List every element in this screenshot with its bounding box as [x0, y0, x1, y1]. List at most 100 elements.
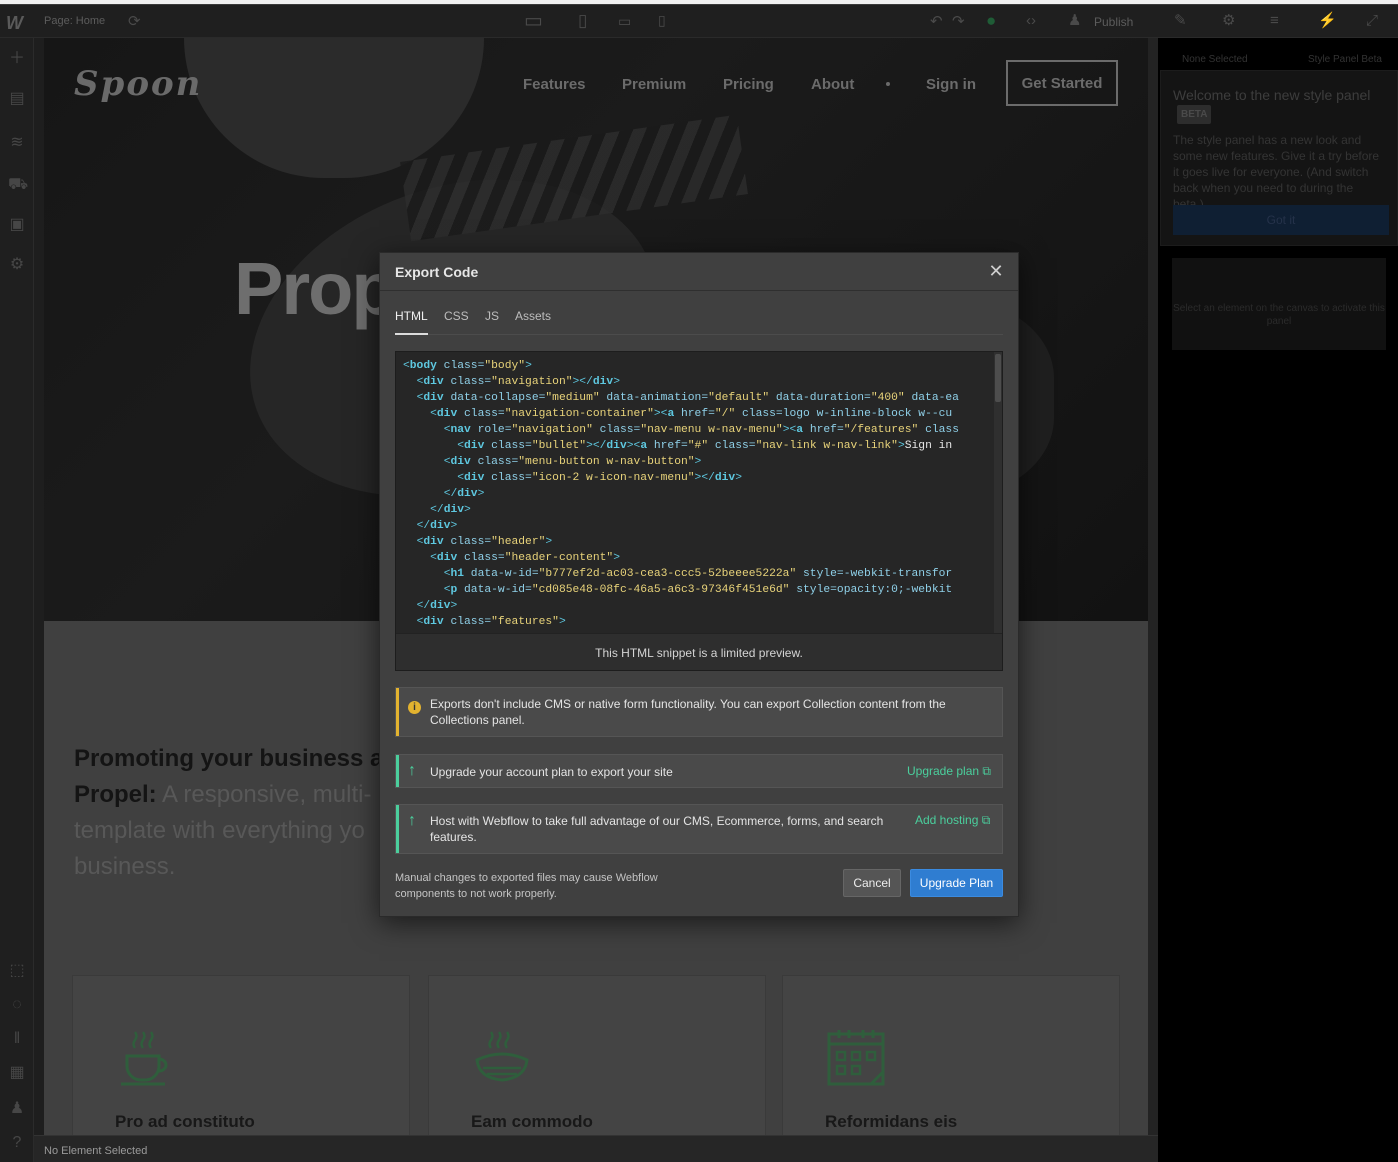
style-panel-beta-toggle[interactable]: Style Panel Beta [1308, 54, 1382, 65]
layout-icon[interactable]: ▦ [8, 1064, 26, 1082]
add-elements-icon[interactable]: ＋ [8, 50, 26, 68]
ecommerce-cart-icon[interactable]: ⛟ [8, 176, 28, 194]
export-tabs: HTML CSS JS Assets [395, 299, 1003, 335]
select-tool-icon[interactable]: ⬚ [8, 962, 26, 980]
calendar-icon [827, 1030, 885, 1086]
status-bar: No Element Selected [34, 1135, 1158, 1162]
help-icon[interactable]: ? [8, 1134, 26, 1152]
style-panel: None Selected Style Panel Beta Welcome t… [1158, 38, 1398, 1162]
code-line: <nav role="navigation" class="nav-menu w… [443, 424, 959, 436]
assets-images-icon[interactable]: ▣ [8, 216, 26, 234]
promo-text[interactable]: Promoting your business a Propel: A resp… [74, 741, 414, 885]
feature-card[interactable]: Reformidans eis [782, 975, 1120, 1135]
brush-icon[interactable]: ✎ [1174, 13, 1187, 28]
dialog-title: Export Code [395, 264, 479, 280]
cms-database-icon[interactable]: ≋ [8, 134, 26, 152]
promo-heading: Promoting your business a [74, 745, 384, 772]
arrow-up-icon: ↑ [408, 762, 416, 779]
arrow-up-icon: ↑ [408, 812, 416, 829]
redo-icon[interactable]: ↷ [952, 14, 965, 29]
code-line: <p data-w-id="cd085e48-08fc-46a5-a6c3-97… [443, 584, 953, 596]
info-icon: i [408, 698, 421, 714]
upgrade-plan-link[interactable]: Upgrade plan ⧉ [907, 764, 991, 779]
page-selector[interactable]: Page: Home [44, 15, 105, 27]
promo-brand: Propel: [74, 781, 157, 808]
saved-check-icon: ● [986, 11, 997, 30]
selection-status: No Element Selected [44, 1145, 148, 1157]
preview-icon[interactable]: ◌ [8, 996, 26, 1014]
mobile-landscape-icon[interactable]: ▭ [618, 14, 631, 28]
feature-card[interactable]: Pro ad constituto [72, 975, 410, 1135]
hero-heading[interactable]: Prop [234, 246, 397, 331]
code-line: <div data-collapse="medium" data-animati… [416, 392, 959, 404]
code-text[interactable]: <body class="body"> <div class="navigati… [403, 358, 993, 632]
tab-js[interactable]: JS [485, 309, 499, 333]
nav-link-about[interactable]: About [811, 76, 854, 93]
select-element-hint: Select an element on the canvas to activ… [1172, 258, 1386, 350]
got-it-button[interactable]: Got it [1173, 205, 1389, 235]
webflow-logo[interactable]: W [6, 13, 23, 34]
welcome-body: The style panel has a new look and some … [1173, 133, 1380, 211]
notice-text: Exports don't include CMS or native form… [430, 697, 946, 727]
mobile-portrait-icon[interactable]: ▯ [658, 13, 666, 27]
code-view-icon[interactable]: ‹› [1026, 13, 1036, 28]
preview-limit-note: This HTML snippet is a limited preview. [396, 633, 1002, 670]
upgrade-plan-button[interactable]: Upgrade Plan [910, 869, 1003, 897]
code-line: <div class="icon-2 w-icon-nav-menu"></di… [457, 472, 742, 484]
refresh-icon[interactable]: ⟳ [128, 14, 141, 29]
tab-css[interactable]: CSS [444, 309, 469, 333]
pages-icon[interactable]: ▤ [8, 90, 26, 108]
upgrade-notice: ↑ Upgrade your account plan to export yo… [395, 754, 1003, 788]
settings-gear-icon[interactable]: ⚙ [1222, 13, 1235, 28]
designer-toolbar: W Page: Home ⟳ ▭ ▯ ▭ ▯ ↶ ↷ ● ‹› ♟ Publis… [0, 4, 1398, 38]
expand-icon[interactable]: ⤢ [1366, 13, 1378, 28]
nav-link-premium[interactable]: Premium [622, 76, 686, 93]
get-started-button[interactable]: Get Started [1006, 60, 1118, 106]
canvas-scrollbar[interactable] [1148, 38, 1158, 1135]
webflow-designer: W Page: Home ⟳ ▭ ▯ ▭ ▯ ↶ ↷ ● ‹› ♟ Publis… [0, 0, 1398, 1162]
close-icon[interactable]: ✕ [986, 262, 1006, 282]
cms-export-notice: i Exports don't include CMS or native fo… [395, 687, 1003, 737]
site-logo[interactable]: Spoon [74, 64, 202, 104]
code-line: </div> [443, 488, 485, 500]
user-icon[interactable]: ♟ [1068, 13, 1081, 28]
notice-accent-bar [396, 805, 399, 853]
grid-overlay-icon[interactable]: ‖ [8, 1030, 26, 1048]
collaborators-icon[interactable]: ♟ [8, 1100, 26, 1118]
add-hosting-link[interactable]: Add hosting ⧉ [915, 813, 990, 828]
beta-badge: BETA [1177, 105, 1212, 124]
nav-link-features[interactable]: Features [523, 76, 586, 93]
cancel-button[interactable]: Cancel [843, 869, 901, 897]
feature-card-title: Eam commodo [471, 1112, 593, 1131]
interactions-icon[interactable]: ⚡ [1318, 13, 1337, 28]
undo-icon[interactable]: ↶ [930, 14, 943, 29]
welcome-title: Welcome to the new style panelBETA [1173, 87, 1385, 124]
nav-link-pricing[interactable]: Pricing [723, 76, 774, 93]
settings-icon[interactable]: ⚙ [8, 256, 26, 274]
external-link-icon: ⧉ [982, 764, 991, 778]
desktop-view-icon[interactable]: ▭ [524, 11, 543, 31]
style-panel-selector-label[interactable]: None Selected [1182, 54, 1248, 65]
code-line: </div> [416, 520, 458, 532]
navigator-icon[interactable]: ≡ [1270, 13, 1279, 28]
code-scrollbar-thumb[interactable] [995, 354, 1001, 402]
coffee-cup-icon [121, 1031, 168, 1086]
hot-food-icon [475, 1031, 529, 1082]
tablet-view-icon[interactable]: ▯ [578, 12, 587, 29]
code-line: <div class="header-content"> [430, 552, 620, 564]
export-code-dialog: Export Code ✕ HTML CSS JS Assets <body c… [379, 252, 1019, 917]
code-preview[interactable]: <body class="body"> <div class="navigati… [395, 351, 1003, 671]
nav-link-sign-in[interactable]: Sign in [926, 76, 976, 93]
feature-card[interactable]: Eam commodo [428, 975, 766, 1135]
publish-button[interactable]: Publish [1094, 15, 1133, 29]
code-scrollbar[interactable] [994, 352, 1002, 633]
notice-accent-bar [396, 755, 399, 787]
code-line: <div class="header"> [416, 536, 553, 548]
tab-assets[interactable]: Assets [515, 309, 551, 333]
promo-description: A responsive, multi- [156, 781, 372, 808]
tab-html[interactable]: HTML [395, 309, 428, 335]
code-line: <div class="bullet"></div><a href="#" cl… [457, 440, 953, 452]
code-line: <div class="navigation-container"><a hre… [430, 408, 953, 420]
promo-description-line: template with everything yo [74, 817, 365, 844]
notice-text: Upgrade your account plan to export your… [430, 765, 673, 779]
